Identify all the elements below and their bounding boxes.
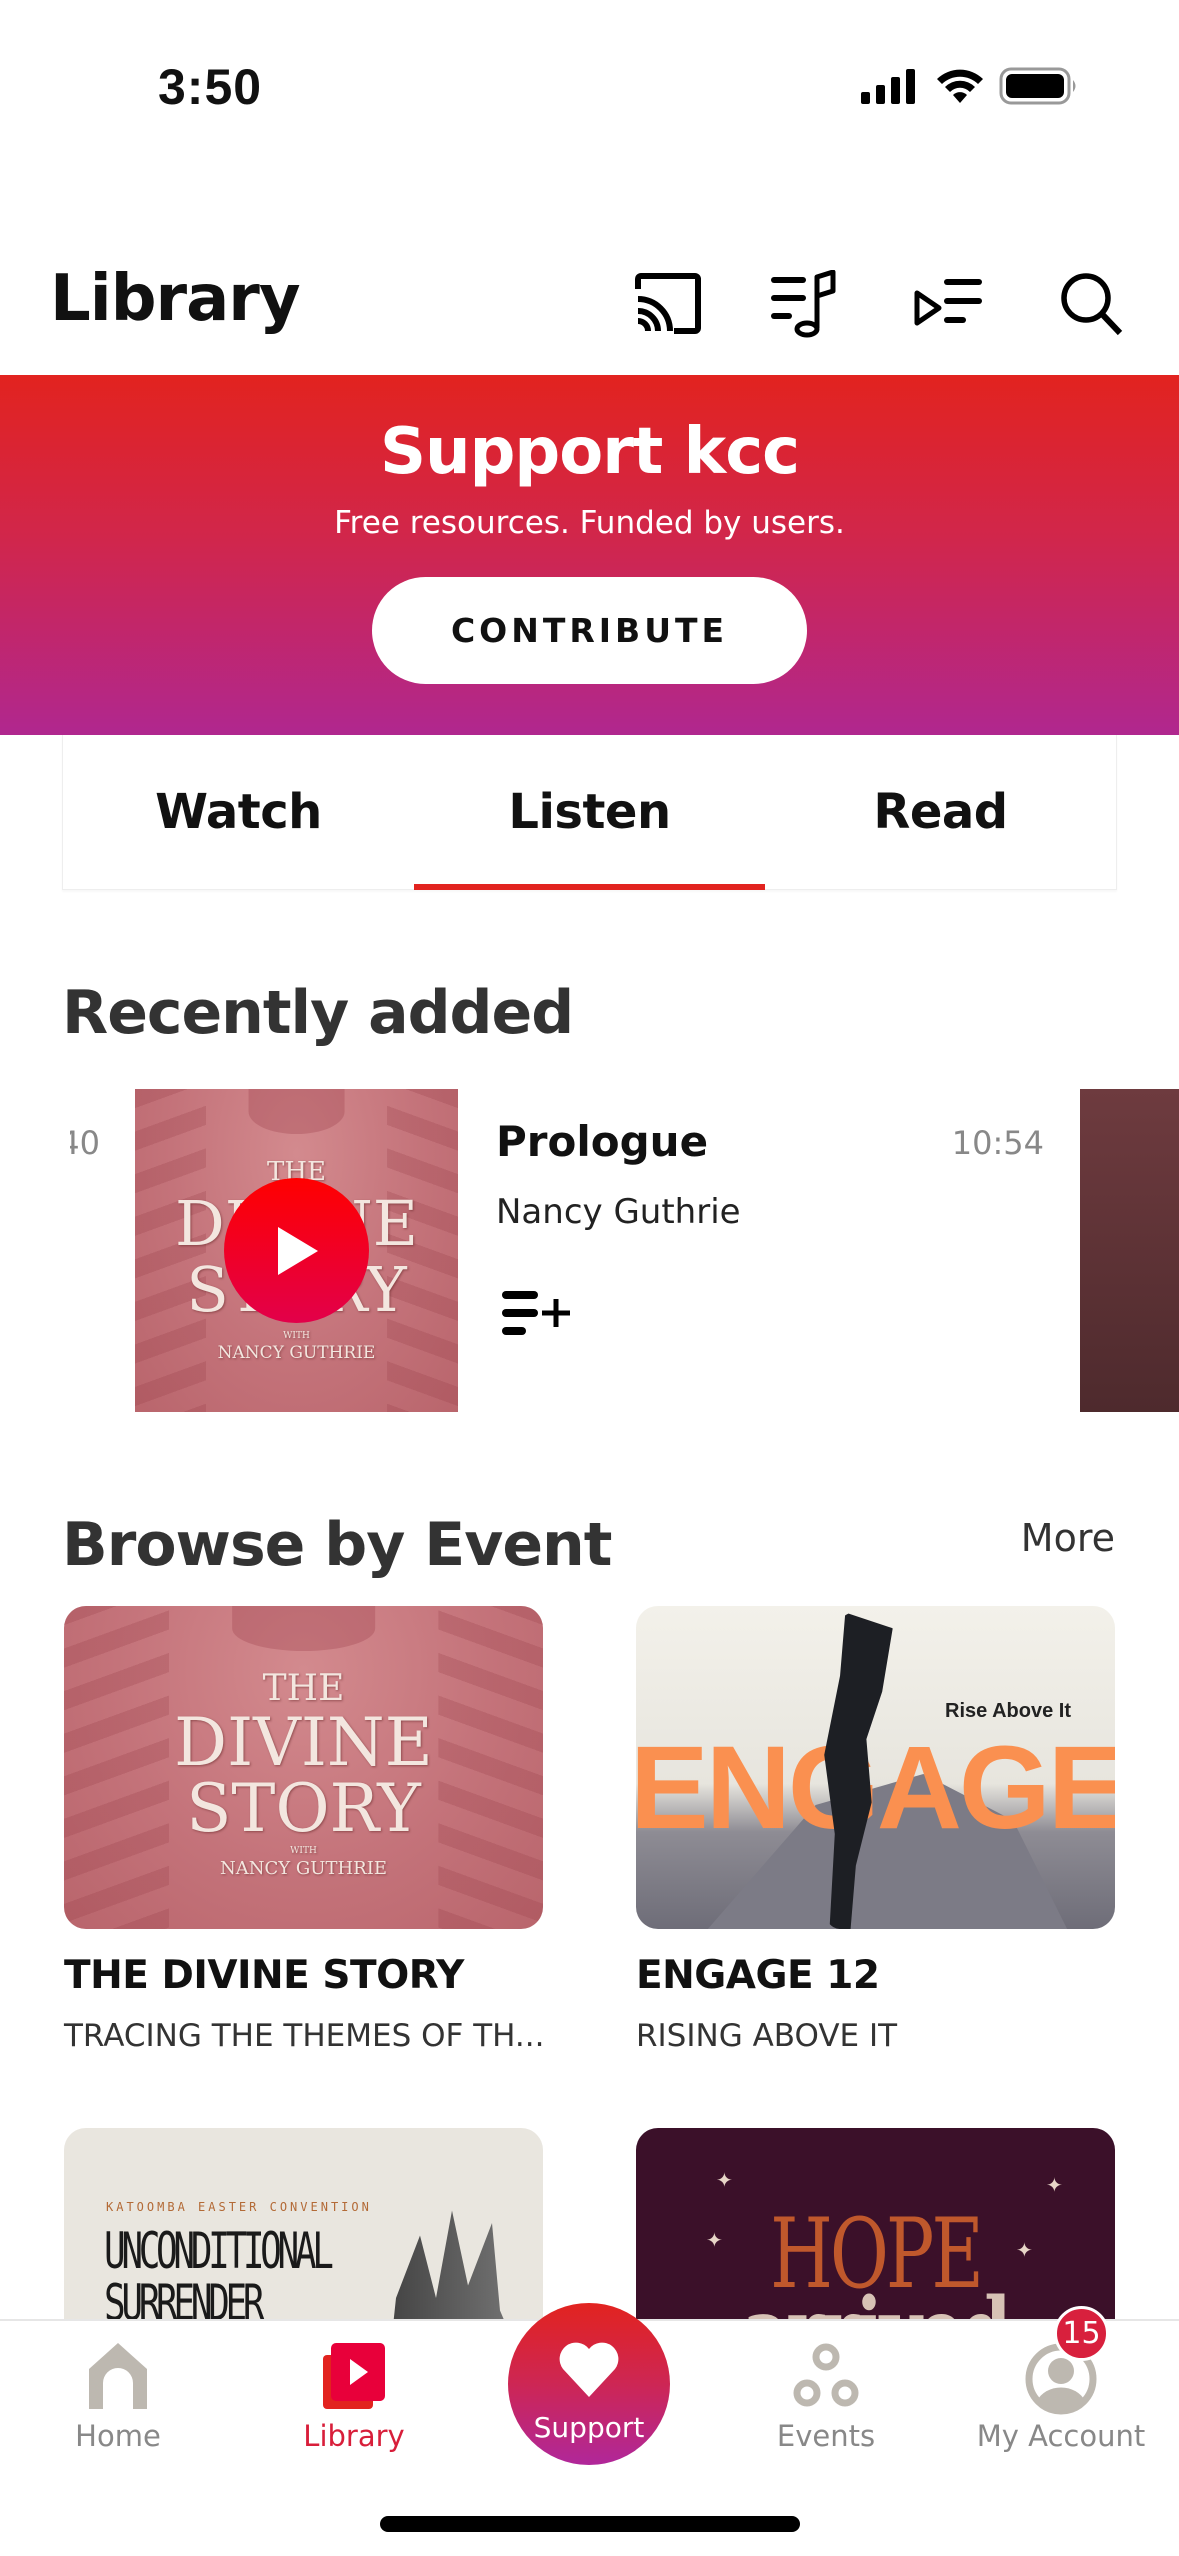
tab-library-label: Library [303, 2419, 405, 2453]
art-text: NANCY GUTHRIE [220, 1858, 387, 1879]
status-time: 3:50 [158, 59, 263, 115]
events-icon [793, 2343, 859, 2407]
add-to-queue-icon [502, 1291, 570, 1335]
recent-item-author: Nancy Guthrie [496, 1192, 741, 1232]
library-icon [323, 2343, 385, 2409]
event-title[interactable]: THE DIVINE STORY [64, 1953, 464, 1998]
art-text: WITH [283, 1331, 310, 1341]
art-text: KATOOMBA EASTER CONVENTION [106, 2200, 372, 2214]
banner-subtitle: Free resources. Funded by users. [334, 505, 845, 541]
add-to-queue-button[interactable] [500, 1285, 580, 1341]
tab-library[interactable]: Library [236, 2321, 472, 2481]
event-title[interactable]: ENGAGE 12 [636, 1953, 880, 1998]
event-subtitle: TRACING THE THEMES OF TH... [64, 2018, 545, 2054]
search-button[interactable] [1056, 268, 1128, 340]
signal-icon [861, 69, 915, 104]
support-banner: Support kcc Free resources. Funded by us… [0, 375, 1179, 735]
art-text: STORY [186, 1770, 421, 1847]
tab-events-label: Events [776, 2419, 876, 2453]
play-button[interactable] [224, 1178, 369, 1323]
tab-my-account-label: My Account [976, 2419, 1146, 2453]
cast-icon [635, 273, 701, 334]
status-icons [861, 66, 1079, 106]
heart-icon [559, 2342, 619, 2397]
cast-button[interactable] [632, 268, 704, 340]
art-text: UNCONDITIONAL [104, 2222, 334, 2280]
tab-watch[interactable]: Watch [63, 735, 414, 889]
tab-events[interactable]: Events [708, 2321, 944, 2481]
event-card-divine-story[interactable]: THE DIVINE STORY WITH NANCY GUTHRIE [64, 1606, 543, 1929]
next-item-artwork[interactable] [1080, 1089, 1179, 1412]
art-text: THE [262, 1668, 345, 1709]
previous-item-duration: 40 [70, 1124, 100, 1162]
recent-item-duration: 10:54 [951, 1124, 1044, 1162]
recent-item-title[interactable]: Prologue [496, 1117, 708, 1166]
play-icon [277, 1226, 318, 1275]
tab-read[interactable]: Read [765, 735, 1116, 889]
home-indicator[interactable] [380, 2516, 800, 2532]
event-card-engage[interactable]: ENGAGE Rise Above It [636, 1606, 1115, 1929]
tab-home-label: Home [75, 2419, 161, 2453]
page-title: Library [50, 262, 301, 336]
recently-added-title: Recently added [62, 978, 574, 1048]
event-subtitle: RISING ABOVE IT [636, 2018, 898, 2054]
art-text: ENGAGE [636, 1721, 1115, 1854]
home-icon [89, 2343, 147, 2409]
notification-badge: 15 [1054, 2306, 1109, 2361]
music-queue-icon [771, 270, 836, 338]
wifi-icon [937, 69, 983, 103]
playlist-play-icon [914, 279, 982, 326]
search-icon [1061, 273, 1123, 336]
tab-support[interactable]: Support [508, 2303, 670, 2465]
browse-by-event-title: Browse by Event [62, 1510, 612, 1580]
tab-home[interactable]: Home [0, 2321, 236, 2481]
contribute-button[interactable]: CONTRIBUTE [372, 577, 807, 684]
playlist-play-button[interactable] [912, 268, 984, 340]
tab-support-label: Support [533, 2411, 645, 2444]
art-text: WITH [290, 1846, 317, 1856]
music-queue-button[interactable] [768, 268, 840, 340]
art-text: Rise Above It [945, 1699, 1071, 1722]
content-type-tabs: Watch Listen Read [62, 735, 1117, 890]
more-link[interactable]: More [1021, 1516, 1115, 1560]
tab-listen[interactable]: Listen [414, 735, 765, 890]
battery-icon [999, 67, 1076, 105]
banner-title: Support kcc [379, 415, 800, 489]
art-text: NANCY GUTHRIE [217, 1343, 376, 1363]
